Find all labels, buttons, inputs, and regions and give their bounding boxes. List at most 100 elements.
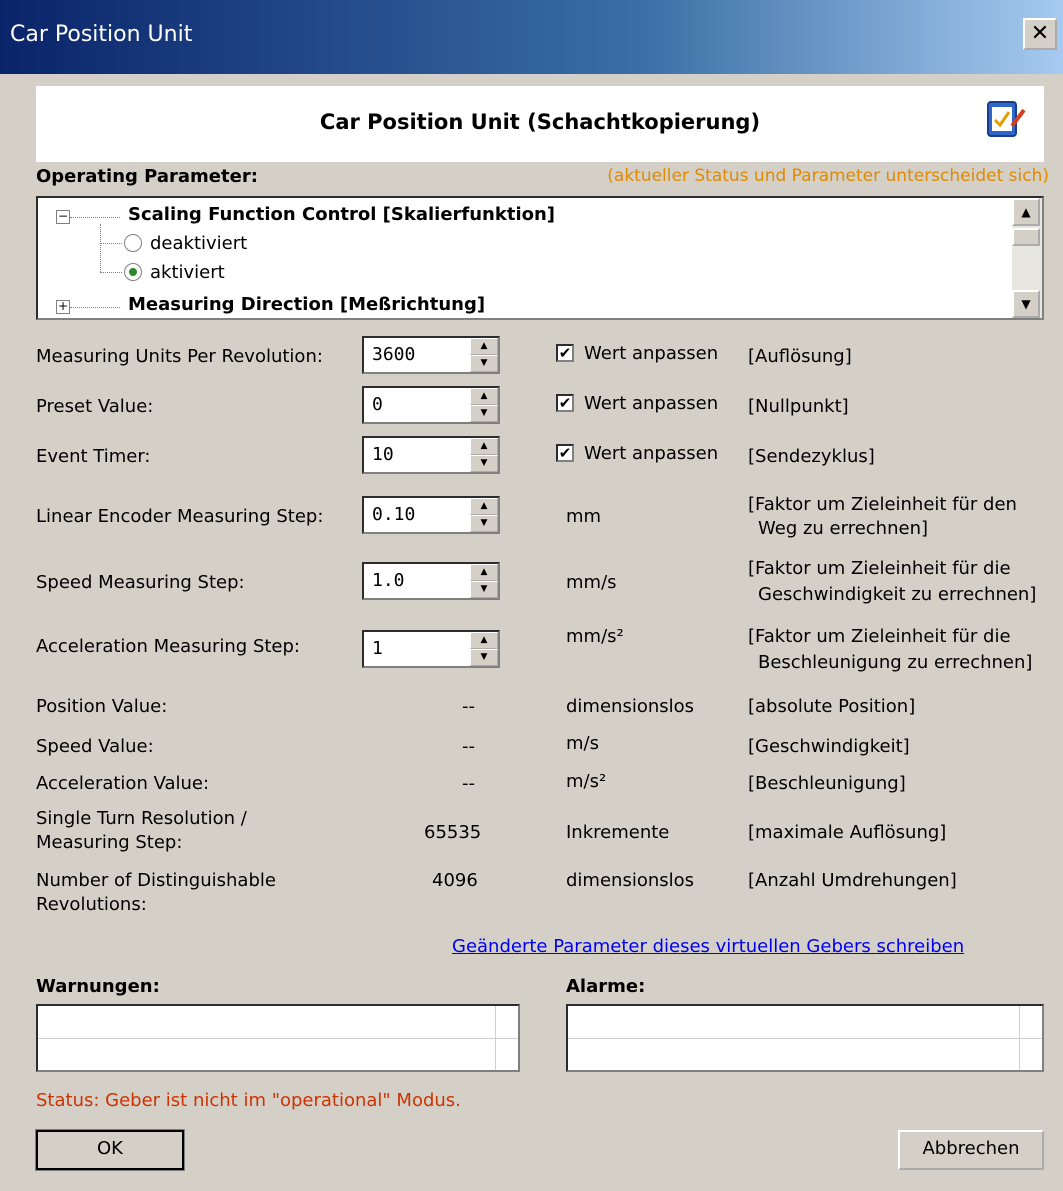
stepper-value[interactable]: 0.10 bbox=[372, 504, 415, 525]
param-description: [Faktor um Zieleinheit für den bbox=[748, 494, 1017, 515]
spin-up-icon[interactable]: ▲ bbox=[470, 632, 498, 649]
expand-icon[interactable]: + bbox=[56, 300, 70, 314]
window-title: Car Position Unit bbox=[10, 22, 193, 47]
spin-down-icon[interactable]: ▼ bbox=[470, 581, 498, 598]
ok-button[interactable]: OK bbox=[35, 1129, 185, 1171]
readout-value: 4096 bbox=[432, 870, 478, 891]
linear-step-stepper[interactable]: 0.10 ▲ ▼ bbox=[362, 496, 500, 534]
stepper-value[interactable]: 1.0 bbox=[372, 570, 405, 591]
spin-down-icon[interactable]: ▼ bbox=[470, 649, 498, 666]
tree-scrollbar[interactable]: ▲ ▼ bbox=[1012, 198, 1042, 318]
radio-deaktiviert[interactable] bbox=[124, 234, 142, 252]
tree-connector bbox=[70, 307, 120, 308]
checkbox-label[interactable]: Wert anpassen bbox=[584, 443, 718, 464]
readout-value: -- bbox=[462, 773, 475, 794]
spin-down-icon[interactable]: ▼ bbox=[470, 355, 498, 372]
list-row-divider bbox=[568, 1038, 1042, 1039]
param-unit: mm/s² bbox=[566, 626, 624, 647]
checkbox-label[interactable]: Wert anpassen bbox=[584, 393, 718, 414]
spin-buttons[interactable]: ▲ ▼ bbox=[470, 338, 498, 372]
spin-up-icon[interactable]: ▲ bbox=[470, 564, 498, 581]
status-message: Status: Geber ist nicht im "operational"… bbox=[36, 1090, 461, 1111]
readout-label: Single Turn Resolution / bbox=[36, 808, 247, 829]
stepper-value[interactable]: 10 bbox=[372, 444, 394, 465]
event-timer-stepper[interactable]: 10 ▲ ▼ bbox=[362, 436, 500, 474]
readout-unit: dimensionslos bbox=[566, 696, 695, 717]
spin-buttons[interactable]: ▲ ▼ bbox=[470, 498, 498, 532]
param-label: Measuring Units Per Revolution: bbox=[36, 346, 323, 367]
stepper-value[interactable]: 1 bbox=[372, 638, 383, 659]
readout-label: Number of Distinguishable bbox=[36, 870, 276, 891]
spin-down-icon[interactable]: ▼ bbox=[470, 455, 498, 472]
tree-connector bbox=[70, 217, 120, 218]
tree-group-direction[interactable]: Measuring Direction [Meßrichtung] bbox=[128, 294, 485, 315]
speed-step-stepper[interactable]: 1.0 ▲ ▼ bbox=[362, 562, 500, 600]
spin-up-icon[interactable]: ▲ bbox=[470, 388, 498, 405]
param-description: [Faktor um Zieleinheit für die bbox=[748, 558, 1011, 579]
param-description: [Auflösung] bbox=[748, 346, 852, 367]
spin-buttons[interactable]: ▲ ▼ bbox=[470, 388, 498, 422]
readout-label-cont: Measuring Step: bbox=[36, 832, 183, 853]
adjust-checkbox[interactable]: ✔ bbox=[556, 444, 574, 462]
readout-unit: m/s² bbox=[566, 771, 607, 792]
scroll-thumb[interactable] bbox=[1012, 228, 1040, 246]
param-description-cont: Weg zu errechnen] bbox=[758, 518, 928, 539]
tree-group-scaling[interactable]: Scaling Function Control [Skalierfunktio… bbox=[128, 204, 555, 225]
spin-buttons[interactable]: ▲ ▼ bbox=[470, 632, 498, 666]
alarms-list[interactable] bbox=[566, 1004, 1044, 1072]
param-description: [Faktor um Zieleinheit für die bbox=[748, 626, 1011, 647]
readout-label-cont: Revolutions: bbox=[36, 894, 147, 915]
adjust-checkbox[interactable]: ✔ bbox=[556, 344, 574, 362]
parameter-tree[interactable]: − Scaling Function Control [Skalierfunkt… bbox=[36, 196, 1044, 320]
cancel-button[interactable]: Abbrechen bbox=[898, 1130, 1044, 1170]
spin-up-icon[interactable]: ▲ bbox=[470, 438, 498, 455]
write-parameters-link[interactable]: Geänderte Parameter dieses virtuellen Ge… bbox=[452, 936, 964, 957]
dialog-heading: Car Position Unit (Schachtkopierung) bbox=[319, 110, 761, 134]
param-label: Linear Encoder Measuring Step: bbox=[36, 506, 324, 527]
scroll-up-icon: ▲ bbox=[1021, 205, 1031, 219]
readout-description: [absolute Position] bbox=[748, 696, 916, 717]
tree-connector bbox=[100, 224, 101, 272]
checkbox-label[interactable]: Wert anpassen bbox=[584, 343, 718, 364]
readout-unit: dimensionslos bbox=[566, 870, 695, 891]
spin-down-icon[interactable]: ▼ bbox=[470, 405, 498, 422]
collapse-icon[interactable]: − bbox=[56, 210, 70, 224]
option-aktiviert-label[interactable]: aktiviert bbox=[150, 262, 225, 283]
title-bar: Car Position Unit ✕ bbox=[0, 0, 1063, 74]
radio-aktiviert[interactable] bbox=[124, 263, 142, 281]
list-column-divider bbox=[1019, 1006, 1020, 1070]
warnings-list[interactable] bbox=[36, 1004, 520, 1072]
readout-label: Acceleration Value: bbox=[36, 773, 210, 794]
param-unit: mm bbox=[566, 506, 602, 527]
scroll-down-button[interactable]: ▼ bbox=[1012, 290, 1040, 318]
stepper-value[interactable]: 3600 bbox=[372, 344, 415, 365]
readout-description: [maximale Auflösung] bbox=[748, 822, 947, 843]
close-button[interactable]: ✕ bbox=[1023, 18, 1057, 50]
close-icon: ✕ bbox=[1030, 21, 1050, 46]
preset-value-stepper[interactable]: 0 ▲ ▼ bbox=[362, 386, 500, 424]
scroll-up-button[interactable]: ▲ bbox=[1012, 198, 1040, 226]
spin-up-icon[interactable]: ▲ bbox=[470, 338, 498, 355]
readout-unit: m/s bbox=[566, 733, 599, 754]
param-description: [Nullpunkt] bbox=[748, 396, 849, 417]
readout-label: Position Value: bbox=[36, 696, 168, 717]
tree-connector bbox=[100, 272, 122, 273]
warnings-label: Warnungen: bbox=[36, 976, 160, 997]
readout-description: [Anzahl Umdrehungen] bbox=[748, 870, 957, 891]
param-description: [Sendezyklus] bbox=[748, 446, 875, 467]
param-label: Preset Value: bbox=[36, 396, 154, 417]
list-column-divider bbox=[495, 1006, 496, 1070]
spin-down-icon[interactable]: ▼ bbox=[470, 515, 498, 532]
measuring-units-stepper[interactable]: 3600 ▲ ▼ bbox=[362, 336, 500, 374]
alarms-label: Alarme: bbox=[566, 976, 646, 997]
adjust-checkbox[interactable]: ✔ bbox=[556, 394, 574, 412]
readout-label: Speed Value: bbox=[36, 736, 154, 757]
operating-parameter-label: Operating Parameter: bbox=[36, 166, 258, 187]
option-deaktiviert-label[interactable]: deaktiviert bbox=[150, 233, 247, 254]
stepper-value[interactable]: 0 bbox=[372, 394, 383, 415]
accel-step-stepper[interactable]: 1 ▲ ▼ bbox=[362, 630, 500, 668]
spin-buttons[interactable]: ▲ ▼ bbox=[470, 438, 498, 472]
spin-buttons[interactable]: ▲ ▼ bbox=[470, 564, 498, 598]
readout-description: [Beschleunigung] bbox=[748, 773, 906, 794]
spin-up-icon[interactable]: ▲ bbox=[470, 498, 498, 515]
